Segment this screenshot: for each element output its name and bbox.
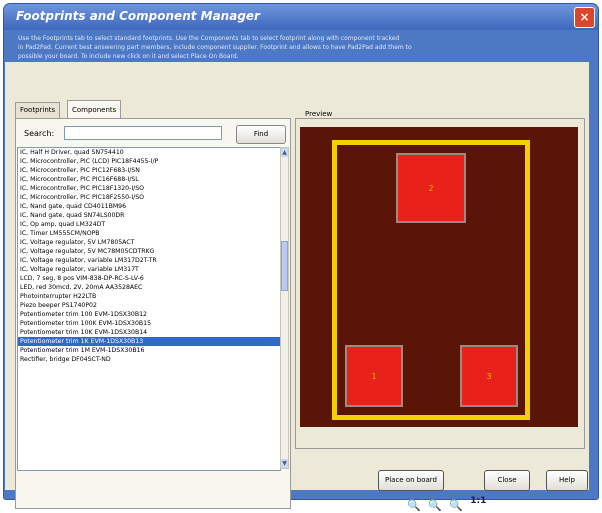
place-on-board-button[interactable]: Place on board <box>378 470 444 491</box>
list-item[interactable]: IC, Op amp, quad LM324DT <box>18 220 280 229</box>
list-item[interactable]: IC, Half H Driver, quad SN754410 <box>18 148 280 157</box>
list-item[interactable]: IC, Voltage regulator, 5V LM7805ACT <box>18 238 280 247</box>
list-item[interactable]: Piezo beeper PS1740P02 <box>18 301 280 310</box>
search-label: Search: <box>24 129 55 138</box>
instructions-line: in Pad2Pad. Current best answering part … <box>18 44 412 51</box>
pad: 2 <box>396 153 466 223</box>
instructions-line: possible your board. To include new clic… <box>18 53 239 60</box>
instructions-line: Use the Footprints tab to select standar… <box>18 35 400 42</box>
list-item[interactable]: Potentiometer trim 1K EVM-1DSX30B13 <box>18 337 280 346</box>
list-item[interactable]: Photointerrupter H22LTB <box>18 292 280 301</box>
preview-label: Preview <box>303 110 335 118</box>
list-scrollbar[interactable]: ▲ ▼ <box>280 147 289 469</box>
list-item[interactable]: IC, Microcontroller, PIC PIC18F1320-I/SO <box>18 184 280 193</box>
dialog-body: Footprints Components Search: Find IC, H… <box>5 62 589 512</box>
tab-footprints[interactable]: Footprints <box>15 102 61 118</box>
list-item[interactable]: Potentiometer trim 100K EVM-1DSX30B15 <box>18 319 280 328</box>
list-item[interactable]: IC, Nand gate, quad SN74LS00DR <box>18 211 280 220</box>
list-item[interactable]: IC, Microcontroller, PIC PIC12F683-I/SN <box>18 166 280 175</box>
list-item[interactable]: IC, Nand gate, quad CD4011BM96 <box>18 202 280 211</box>
zoom-toolbar: 🔍 🔍 🔍 1:1 <box>407 494 486 513</box>
component-list[interactable]: IC, Half H Driver, quad SN754410 IC, Micr… <box>17 147 281 471</box>
zoom-out-icon[interactable]: 🔍 <box>428 499 442 513</box>
close-window-button[interactable]: × <box>574 7 595 28</box>
search-input[interactable] <box>64 126 222 140</box>
list-item[interactable]: Potentiometer trim 100 EVM-1DSX30B12 <box>18 310 280 319</box>
scroll-down-icon[interactable]: ▼ <box>281 459 288 468</box>
list-item[interactable]: Potentiometer trim 10K EVM-1DSX30B14 <box>18 328 280 337</box>
list-item[interactable]: LCD, 7 seg, 8 pos VIM-838-DP-RC-S-LV-6 <box>18 274 280 283</box>
close-button[interactable]: Close <box>484 470 530 491</box>
footprint-preview: 2 1 3 <box>300 127 578 427</box>
list-item[interactable]: LED, red 30mcd, 2V, 20mA AA3528AEC <box>18 283 280 292</box>
instructions-text: Use the Footprints tab to select standar… <box>18 34 584 61</box>
scroll-thumb[interactable] <box>281 241 288 291</box>
find-button[interactable]: Find <box>236 125 286 144</box>
list-item[interactable]: IC, Microcontroller, PIC PIC18F2550-I/SO <box>18 193 280 202</box>
zoom-in-icon[interactable]: 🔍 <box>407 499 421 513</box>
tab-components[interactable]: Components <box>67 100 122 119</box>
zoom-actual-size-button[interactable]: 1:1 <box>470 494 486 508</box>
list-item[interactable]: Potentiometer trim 1M EVM-1DSX30B16 <box>18 346 280 355</box>
help-button[interactable]: Help <box>546 470 588 491</box>
list-item[interactable]: IC, Timer LM555CM/NOPB <box>18 229 280 238</box>
pad: 1 <box>345 345 403 407</box>
list-item[interactable]: IC, Microcontroller, PIC PIC16F688-I/SL <box>18 175 280 184</box>
title-bar[interactable]: Footprints and Component Manager × <box>4 4 598 30</box>
list-item[interactable]: IC, Voltage regulator, variable LM317T <box>18 265 280 274</box>
window-title: Footprints and Component Manager <box>16 9 260 23</box>
list-item[interactable]: IC, Voltage regulator, variable LM317D2T… <box>18 256 280 265</box>
components-panel: Search: Find IC, Half H Driver, quad SN7… <box>15 118 291 509</box>
pad: 3 <box>460 345 518 407</box>
zoom-fit-icon[interactable]: 🔍 <box>449 499 463 513</box>
list-item[interactable]: Rectifier, bridge DF04SCT-ND <box>18 355 280 364</box>
list-item[interactable]: IC, Voltage regulator, 5V MC78M05CDTRKG <box>18 247 280 256</box>
list-item[interactable]: IC, Microcontroller, PIC (LCD) PIC18F445… <box>18 157 280 166</box>
preview-group: 2 1 3 <box>295 118 585 449</box>
scroll-up-icon[interactable]: ▲ <box>281 148 288 157</box>
